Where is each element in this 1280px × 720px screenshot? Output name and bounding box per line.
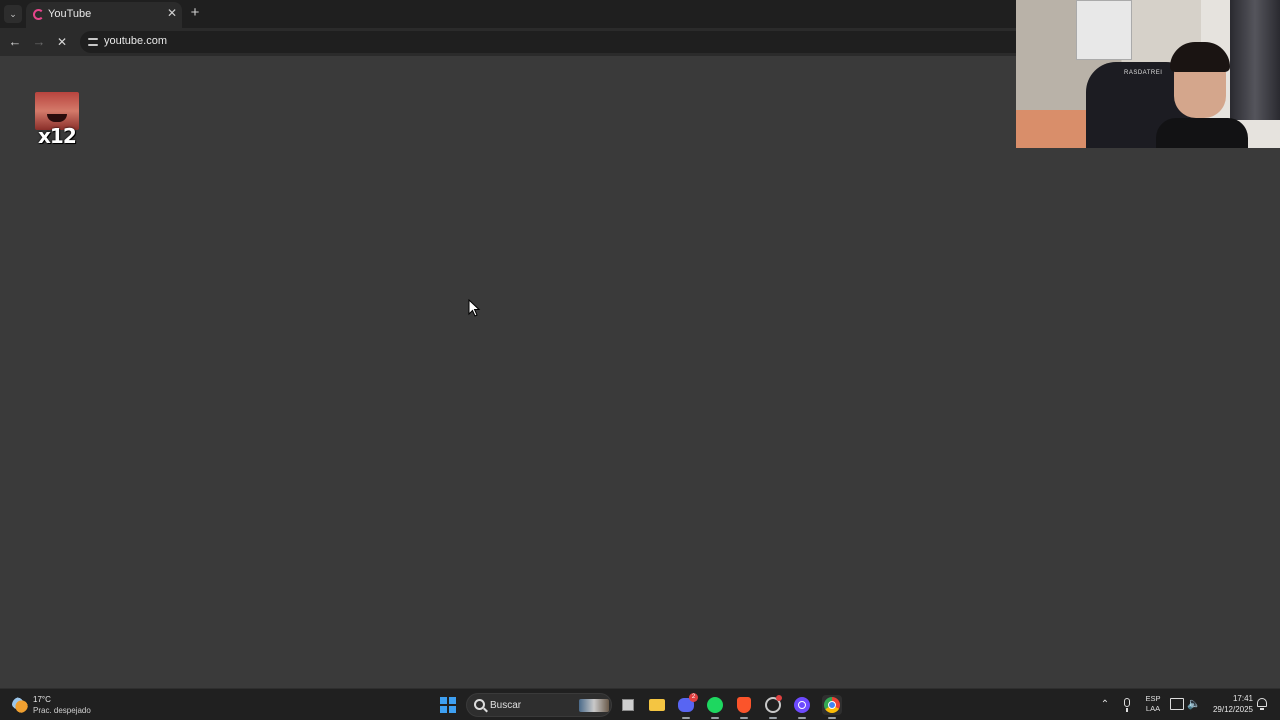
close-icon[interactable]: ✕	[165, 6, 179, 20]
mouse-cursor-icon	[468, 299, 481, 317]
lang-line1: ESP	[1145, 694, 1161, 703]
weather-temp: 17°C	[33, 695, 51, 704]
tray-overflow-icon[interactable]: ⌃	[1098, 698, 1112, 712]
chevron-down-icon[interactable]: ⌄	[4, 5, 22, 23]
volume-icon[interactable]: 🔈	[1187, 697, 1201, 711]
clock[interactable]: 17:41 29/12/2025	[1205, 693, 1253, 717]
new-tab-button[interactable]: +	[187, 5, 203, 21]
page-content[interactable]	[0, 56, 1280, 688]
stop-loading-icon[interactable]: ✕	[53, 33, 71, 51]
discord-icon[interactable]: 2	[676, 693, 698, 719]
screen: ⌄ YouTube ✕ + ← → ✕ youtube.com x12 RASD…	[0, 0, 1280, 720]
windows-taskbar: 17°C Prac. despejado Buscar 2 ⌃ ESP LAA …	[0, 688, 1280, 720]
stream-emote-overlay: x12	[35, 92, 79, 148]
tab-youtube[interactable]: YouTube ✕	[26, 2, 182, 28]
steam-icon[interactable]	[763, 695, 783, 719]
file-explorer-icon[interactable]	[647, 695, 667, 715]
chrome-icon[interactable]	[822, 695, 842, 719]
chair-label: RASDATREI	[1124, 70, 1163, 76]
clock-time: 17:41	[1232, 694, 1253, 703]
brave-icon[interactable]	[734, 695, 754, 719]
youtube-loading-icon	[33, 9, 44, 20]
spotify-icon[interactable]	[705, 695, 725, 719]
tab-title: YouTube	[48, 8, 92, 20]
address-url[interactable]: youtube.com	[104, 35, 167, 47]
notification-bell-icon[interactable]	[1256, 697, 1268, 711]
task-view-icon[interactable]	[618, 695, 638, 715]
emote-count: x12	[38, 124, 77, 148]
network-icon[interactable]	[1170, 698, 1184, 710]
back-arrow-icon[interactable]: ←	[6, 33, 24, 51]
language-indicator[interactable]: ESP LAA	[1142, 694, 1164, 716]
weather-desc: Prac. despejado	[33, 706, 91, 715]
taskbar-search[interactable]: Buscar	[466, 693, 612, 717]
search-icon	[474, 699, 485, 710]
search-placeholder: Buscar	[490, 700, 522, 711]
proton-icon[interactable]	[792, 695, 812, 719]
weather-widget[interactable]: 17°C Prac. despejado	[10, 693, 110, 717]
lang-line2: LAA	[1145, 704, 1161, 713]
discord-badge: 2	[689, 693, 698, 702]
streamer	[1156, 42, 1248, 148]
site-info-icon[interactable]	[86, 35, 100, 49]
search-highlight-image	[579, 699, 609, 712]
webcam-overlay: RASDATREI	[1016, 0, 1280, 148]
clock-date: 29/12/2025	[1212, 705, 1253, 714]
weather-icon	[12, 697, 28, 713]
windows-start-icon[interactable]	[440, 697, 456, 713]
microphone-icon[interactable]	[1120, 697, 1134, 713]
forward-arrow-icon[interactable]: →	[30, 33, 48, 51]
